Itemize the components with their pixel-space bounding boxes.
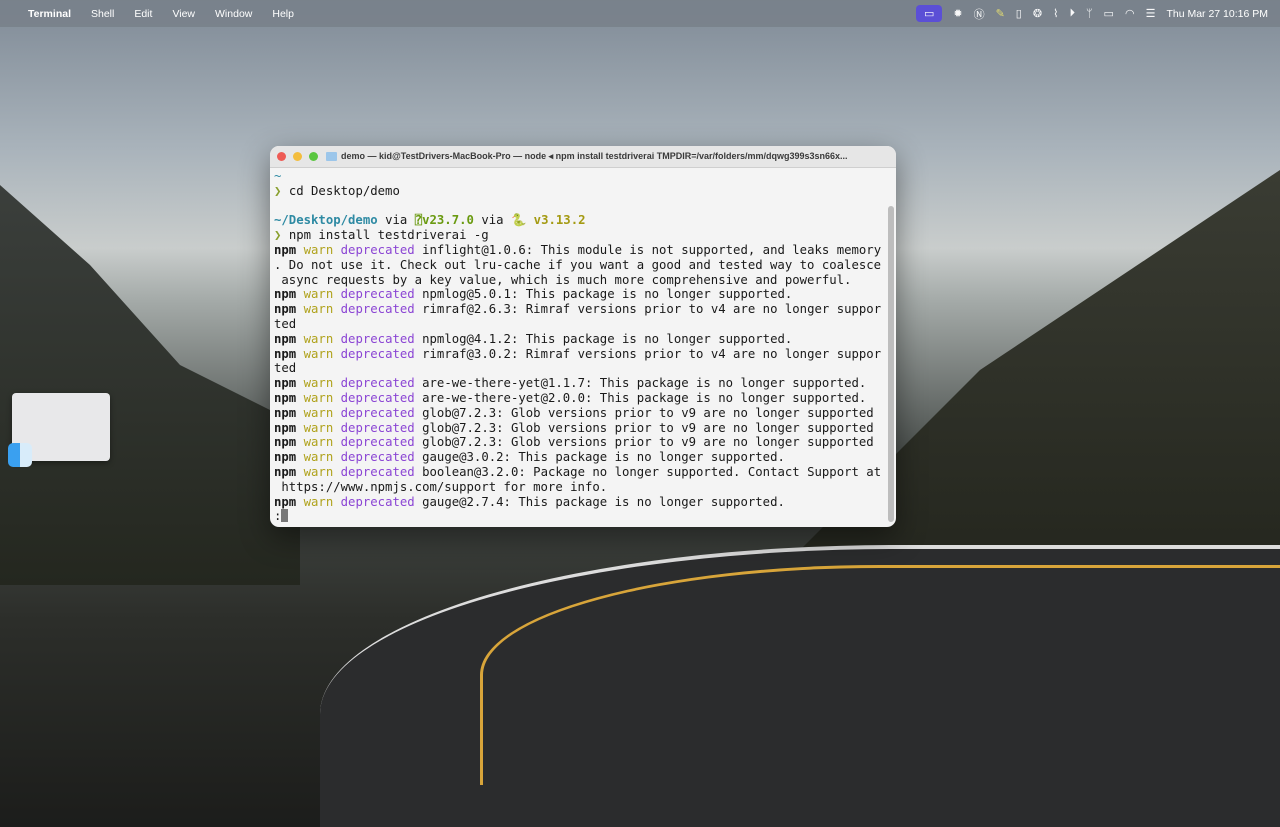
warning-continuation: ted bbox=[274, 316, 297, 331]
warning-continuation: https://www.npmjs.com/support for more i… bbox=[274, 479, 608, 494]
warning-continuation: ted bbox=[274, 361, 297, 376]
title-bar[interactable]: demo — kid@TestDrivers-MacBook-Pro — nod… bbox=[270, 146, 896, 168]
warning-line: npm warn deprecated glob@7.2.3: Glob ver… bbox=[274, 420, 874, 435]
warning-line: npm warn deprecated are-we-there-yet@1.1… bbox=[274, 376, 867, 391]
menu-view[interactable]: View bbox=[172, 8, 195, 20]
control-center-icon[interactable]: ☰ bbox=[1146, 7, 1156, 20]
menu-window[interactable]: Window bbox=[215, 8, 252, 20]
warning-line: npm warn deprecated gauge@3.0.2: This pa… bbox=[274, 450, 785, 465]
warning-line: npm warn deprecated inflight@1.0.6: This… bbox=[274, 242, 882, 257]
via-text: via bbox=[481, 213, 504, 228]
prompt-path: ~/Desktop/demo bbox=[274, 213, 378, 228]
window-title: demo — kid@TestDrivers-MacBook-Pro — nod… bbox=[341, 151, 848, 161]
warning-continuation: async requests by a key value, which is … bbox=[274, 272, 852, 287]
notion-icon[interactable]: Ⓝ bbox=[974, 6, 985, 22]
openai-icon[interactable]: ❂ bbox=[1033, 7, 1042, 20]
warning-line: npm warn deprecated rimraf@2.6.3: Rimraf… bbox=[274, 302, 882, 317]
pencil-icon[interactable]: ✎ bbox=[996, 7, 1005, 20]
clock[interactable]: Thu Mar 27 10:16 PM bbox=[1166, 8, 1268, 20]
paperclip-icon[interactable]: ⌇ bbox=[1053, 7, 1058, 20]
gear-icon[interactable]: ✹ bbox=[953, 7, 962, 20]
command-text: npm install testdriverai -g bbox=[288, 228, 489, 243]
airpods-icon[interactable]: ᛘ bbox=[1086, 8, 1093, 20]
menu-bar: Terminal Shell Edit View Window Help ▭ ✹… bbox=[0, 0, 1280, 27]
minimize-button[interactable] bbox=[293, 152, 302, 161]
clipboard-icon[interactable]: ▯ bbox=[1016, 7, 1022, 20]
scrollbar[interactable] bbox=[888, 206, 894, 522]
screen-share-icon[interactable]: ▭ bbox=[915, 5, 943, 22]
terminal-output[interactable]: ~ ❯ cd Desktop/demo ~/Desktop/demo via ⍰v… bbox=[270, 168, 896, 524]
wifi-icon[interactable]: ◠ bbox=[1125, 7, 1135, 20]
warning-line: npm warn deprecated npmlog@4.1.2: This p… bbox=[274, 331, 793, 346]
terminal-window: demo — kid@TestDrivers-MacBook-Pro — nod… bbox=[270, 146, 896, 527]
command-line: ❯ npm install testdriverai -g bbox=[274, 228, 489, 243]
command-line: ❯ cd Desktop/demo bbox=[274, 183, 400, 198]
battery-icon[interactable]: ▭ bbox=[1104, 7, 1114, 20]
prompt-tilde: ~ bbox=[274, 169, 282, 183]
finder-icon[interactable] bbox=[8, 443, 32, 467]
folder-icon bbox=[326, 152, 337, 161]
prompt-line: ~/Desktop/demo via ⍰v23.7.0 via 🐍 v3.13.… bbox=[274, 213, 896, 228]
menu-edit[interactable]: Edit bbox=[134, 8, 152, 20]
python-version: 🐍 v3.13.2 bbox=[510, 213, 586, 228]
via-text: via bbox=[385, 213, 408, 228]
warning-line: npm warn deprecated are-we-there-yet@2.0… bbox=[274, 390, 867, 405]
menu-app-name[interactable]: Terminal bbox=[28, 8, 71, 20]
node-version: ⍰v23.7.0 bbox=[414, 213, 474, 228]
warning-line: npm warn deprecated npmlog@5.0.1: This p… bbox=[274, 287, 793, 302]
warning-line: npm warn deprecated glob@7.2.3: Glob ver… bbox=[274, 405, 874, 420]
menu-shell[interactable]: Shell bbox=[91, 8, 114, 20]
cursor-line: : bbox=[274, 509, 896, 524]
warning-line: npm warn deprecated rimraf@3.0.2: Rimraf… bbox=[274, 346, 882, 361]
play-icon[interactable]: ⏵ bbox=[1069, 7, 1075, 20]
command-text: cd Desktop/demo bbox=[288, 183, 400, 198]
menu-help[interactable]: Help bbox=[272, 8, 294, 20]
wallpaper-road-line bbox=[480, 565, 1280, 785]
warning-line: npm warn deprecated gauge@2.7.4: This pa… bbox=[274, 494, 785, 509]
wallpaper-mountain-left bbox=[0, 185, 300, 585]
warning-continuation: . Do not use it. Check out lru-cache if … bbox=[274, 257, 882, 272]
close-button[interactable] bbox=[277, 152, 286, 161]
warning-line: npm warn deprecated boolean@3.2.0: Packa… bbox=[274, 464, 882, 479]
warning-line: npm warn deprecated glob@7.2.3: Glob ver… bbox=[274, 435, 874, 450]
zoom-button[interactable] bbox=[309, 152, 318, 161]
cursor bbox=[281, 509, 289, 523]
